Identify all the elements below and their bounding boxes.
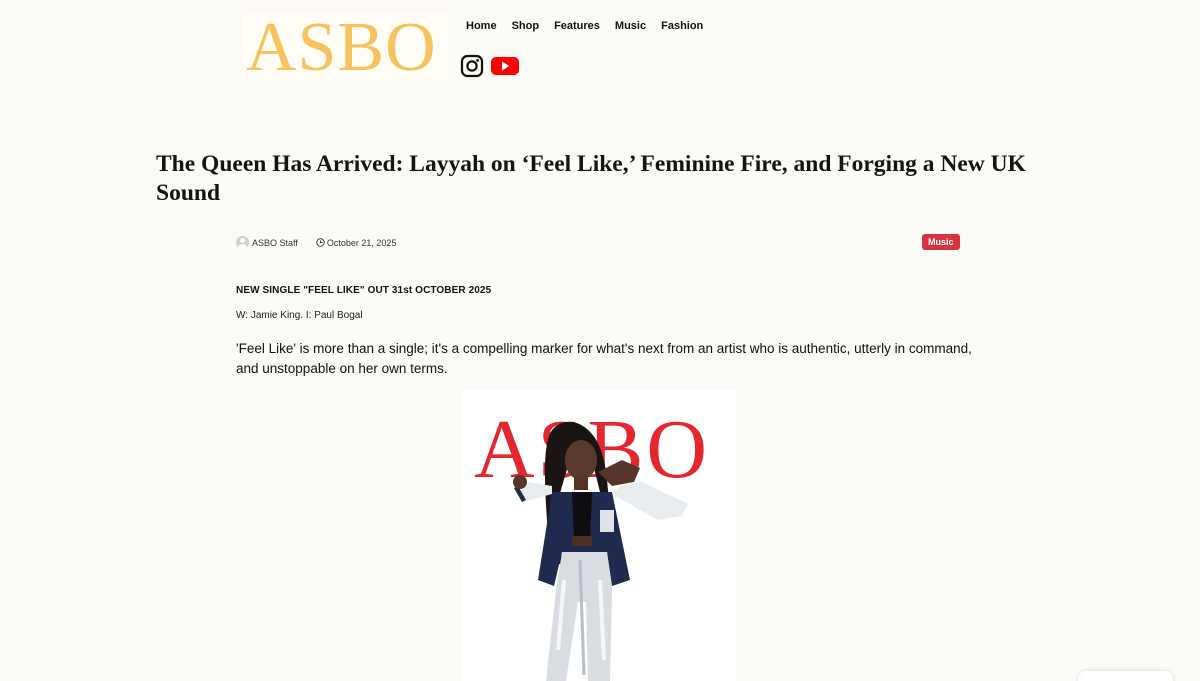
article-credits: W: Jamie King. I: Paul Bogal [236, 310, 363, 321]
nav-features[interactable]: Features [554, 20, 600, 32]
nav-music[interactable]: Music [615, 20, 646, 32]
youtube-icon[interactable] [490, 54, 520, 78]
nav-fashion[interactable]: Fashion [661, 20, 703, 32]
category-badge[interactable]: Music [922, 234, 960, 250]
article-standfirst: 'Feel Like' is more than a single; it's … [236, 341, 972, 376]
clock-icon [316, 238, 325, 247]
artist-figure [513, 421, 688, 681]
author-avatar [236, 236, 249, 249]
instagram-icon[interactable] [460, 54, 484, 78]
site-logo[interactable]: ASBO [242, 10, 448, 86]
article-meta: ASBO Staff October 21, 2025 [236, 236, 396, 249]
article-hero-image: ASBO [462, 390, 736, 681]
article-kicker: NEW SINGLE "FEEL LIKE" OUT 31st OCTOBER … [236, 285, 492, 296]
main-nav: Home Shop Features Music Fashion [466, 20, 718, 32]
nav-home[interactable]: Home [466, 20, 497, 32]
nav-shop[interactable]: Shop [512, 20, 540, 32]
chat-widget[interactable] [1078, 671, 1173, 681]
publish-date: October 21, 2025 [326, 237, 397, 248]
article-title: The Queen Has Arrived: Layyah on ‘Feel L… [156, 151, 1026, 206]
social-links [460, 54, 520, 78]
site-logo-text: ASBO [246, 9, 437, 86]
author-name[interactable]: ASBO Staff [252, 238, 298, 248]
